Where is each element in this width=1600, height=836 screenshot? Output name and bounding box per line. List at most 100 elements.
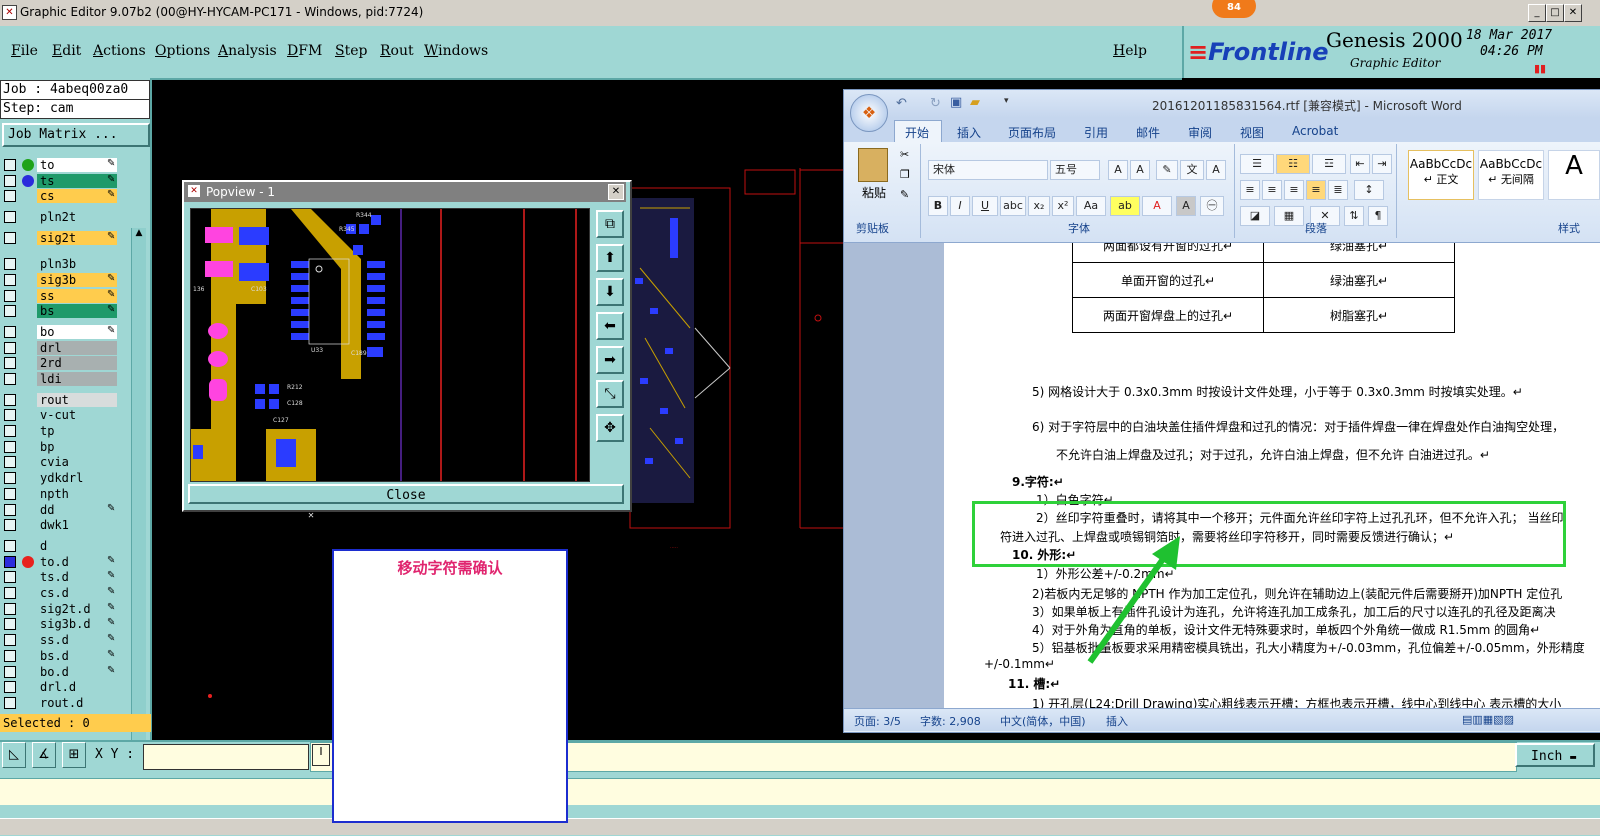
- clear-format-button[interactable]: ✎: [1156, 160, 1178, 180]
- layer-row[interactable]: sig3b.d ✎: [3, 617, 117, 631]
- layer-checkbox[interactable]: [4, 342, 16, 354]
- layer-checkbox[interactable]: [4, 357, 16, 369]
- document-page[interactable]: 两面都设有开窗的过孔↵ 绿油塞孔↵ 单面开窗的过孔↵ 绿油塞孔↵ 两面开窗焊盘上的过…: [944, 243, 1600, 708]
- style-no-spacing[interactable]: AaBbCcDc ↵ 无间隔: [1478, 150, 1544, 200]
- minimize-button[interactable]: _: [1528, 4, 1546, 22]
- layer-name[interactable]: ts.d: [37, 570, 117, 584]
- layer-name[interactable]: bo.d: [37, 665, 117, 679]
- tab-insert[interactable]: 插入: [957, 124, 981, 141]
- layer-name[interactable]: ss.d: [37, 633, 117, 647]
- enclose-char-button[interactable]: ㊀: [1200, 196, 1224, 216]
- layer-row[interactable]: ts ✎: [3, 174, 117, 188]
- layer-name[interactable]: cs: [37, 189, 117, 203]
- layer-row[interactable]: v-cut: [3, 408, 117, 422]
- numbering-button[interactable]: ☷: [1276, 154, 1310, 174]
- tab-review[interactable]: 审阅: [1188, 124, 1212, 141]
- view-layout-icons[interactable]: ▤▥▦▧▨: [1462, 713, 1514, 726]
- layer-name[interactable]: bo: [37, 325, 117, 339]
- layer-row[interactable]: tp: [3, 424, 117, 438]
- layer-name[interactable]: drl.d: [37, 680, 117, 694]
- menu-options[interactable]: Options: [155, 43, 210, 59]
- close-button[interactable]: ✕: [1564, 4, 1582, 22]
- layer-row[interactable]: bo ✎: [3, 325, 117, 339]
- layer-checkbox[interactable]: [4, 556, 16, 568]
- status-language[interactable]: 中文(简体，中国): [1000, 713, 1086, 729]
- layer-name[interactable]: to: [37, 158, 117, 172]
- layer-checkbox[interactable]: [4, 211, 16, 223]
- layer-name[interactable]: ts: [37, 174, 117, 188]
- status-page[interactable]: 页面: 3/5: [854, 713, 901, 729]
- layer-row[interactable]: ss.d ✎: [3, 633, 117, 647]
- layer-name[interactable]: bs.d: [37, 649, 117, 663]
- save-icon[interactable]: ▣: [950, 95, 962, 110]
- layer-row[interactable]: to ✎: [3, 158, 117, 172]
- layer-checkbox[interactable]: [4, 175, 16, 187]
- format-painter-icon[interactable]: ✎: [900, 188, 909, 201]
- layer-checkbox[interactable]: [4, 587, 16, 599]
- font-size-select[interactable]: 五号: [1050, 160, 1100, 180]
- layer-row[interactable]: cvia: [3, 455, 117, 469]
- layer-checkbox[interactable]: [4, 274, 16, 286]
- undo-icon[interactable]: ↶: [896, 96, 907, 111]
- layer-checkbox[interactable]: [4, 571, 16, 583]
- style-heading-partial[interactable]: A: [1548, 150, 1600, 200]
- coord-toggle-button[interactable]: I: [312, 744, 330, 766]
- layer-checkbox[interactable]: [4, 697, 16, 709]
- change-case-button[interactable]: Aa: [1076, 196, 1106, 216]
- layer-name[interactable]: pln2t: [37, 210, 117, 224]
- layer-name[interactable]: cvia: [37, 455, 117, 469]
- tab-references[interactable]: 引用: [1084, 124, 1108, 141]
- layer-name[interactable]: rout.d: [37, 696, 117, 710]
- layer-checkbox[interactable]: [4, 488, 16, 500]
- layer-name[interactable]: 2rd: [37, 356, 117, 370]
- layer-checkbox[interactable]: [4, 441, 16, 453]
- layer-row[interactable]: sig2t ✎: [3, 231, 117, 245]
- layer-row[interactable]: bs.d ✎: [3, 649, 117, 663]
- layer-row[interactable]: to.d ✎: [3, 555, 117, 569]
- layer-checkbox[interactable]: [4, 258, 16, 270]
- layer-name[interactable]: npth: [37, 487, 117, 501]
- menu-edit[interactable]: Edit: [52, 43, 81, 59]
- multilevel-list-button[interactable]: ☲: [1312, 154, 1346, 174]
- menu-dfm[interactable]: DFM: [287, 43, 322, 59]
- layer-name[interactable]: ss: [37, 289, 117, 303]
- redo-icon[interactable]: ↻: [930, 96, 941, 111]
- layer-checkbox[interactable]: [4, 472, 16, 484]
- popview-pan-up-button[interactable]: ⬆: [596, 244, 624, 272]
- maximize-button[interactable]: □: [1546, 4, 1564, 22]
- layer-name[interactable]: sig3b.d: [37, 617, 117, 631]
- bullets-button[interactable]: ☰: [1240, 154, 1274, 174]
- layer-checkbox[interactable]: [4, 305, 16, 317]
- menu-step[interactable]: Step: [335, 43, 367, 59]
- layer-row[interactable]: bo.d ✎: [3, 665, 117, 679]
- layer-row[interactable]: ss ✎: [3, 289, 117, 303]
- tab-page-layout[interactable]: 页面布局: [1008, 124, 1056, 141]
- decrease-indent-button[interactable]: ⇤: [1350, 154, 1370, 174]
- layer-row[interactable]: pln2t: [3, 210, 117, 224]
- units-button[interactable]: Inch ▬: [1515, 743, 1595, 767]
- layer-checkbox[interactable]: [4, 394, 16, 406]
- quick-access-dropdown-icon[interactable]: ▾: [1004, 96, 1009, 106]
- layer-checkbox[interactable]: [4, 504, 16, 516]
- popview-zoom-out-button[interactable]: ⤡: [596, 380, 624, 408]
- layer-checkbox[interactable]: [4, 326, 16, 338]
- layer-checkbox[interactable]: [4, 190, 16, 202]
- layer-row[interactable]: dd ✎: [3, 503, 117, 517]
- layer-name[interactable]: ydkdrl: [37, 471, 117, 485]
- popview-pan-right-button[interactable]: ➡: [596, 346, 624, 374]
- grid-tool-icon[interactable]: ⊞: [62, 742, 86, 768]
- layer-checkbox[interactable]: [4, 425, 16, 437]
- copy-icon[interactable]: ❐: [900, 168, 910, 181]
- tab-view[interactable]: 视图: [1240, 124, 1264, 141]
- select-tool-icon[interactable]: ◺: [2, 742, 26, 768]
- popview-close-icon[interactable]: ✕: [608, 184, 624, 200]
- layer-checkbox[interactable]: [4, 456, 16, 468]
- style-normal[interactable]: AaBbCcDc ↵ 正文: [1408, 150, 1474, 200]
- layer-row[interactable]: rout.d: [3, 696, 117, 710]
- layer-row[interactable]: sig2t.d ✎: [3, 602, 117, 616]
- layer-row[interactable]: npth: [3, 487, 117, 501]
- layer-row[interactable]: bs ✎: [3, 304, 117, 318]
- layer-row[interactable]: bp: [3, 440, 117, 454]
- layer-name[interactable]: bs: [37, 304, 117, 318]
- align-center-button[interactable]: ≡: [1262, 180, 1282, 200]
